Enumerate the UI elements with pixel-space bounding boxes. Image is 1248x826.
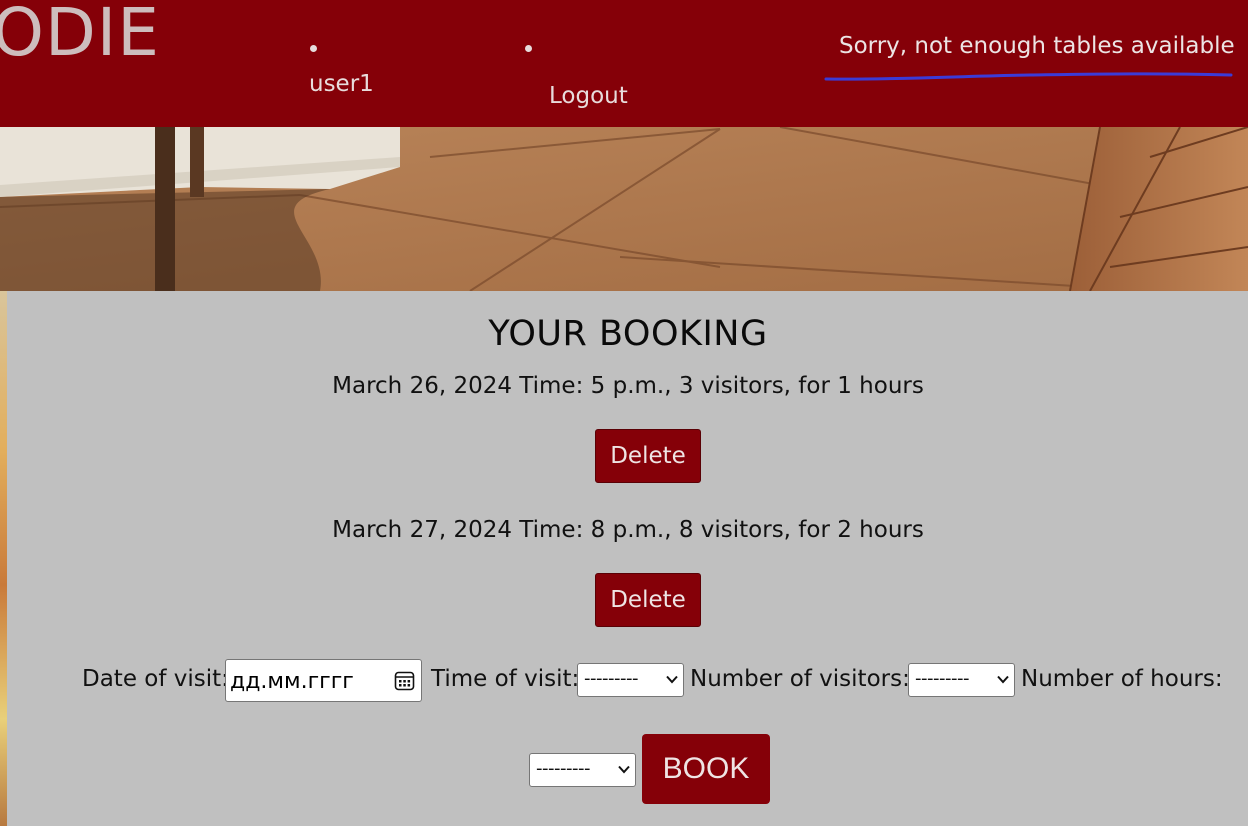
restaurant-floor-image <box>0 127 1248 291</box>
hours-select-value: --------- <box>536 758 590 779</box>
page-title: YOUR BOOKING <box>488 314 768 354</box>
booking-item-text: March 26, 2024 Time: 5 p.m., 3 visitors,… <box>332 373 924 399</box>
hours-label: Number of hours: <box>1021 666 1223 692</box>
date-label: Date of visit: <box>82 666 229 692</box>
visitors-select[interactable]: --------- <box>908 663 1015 697</box>
booking-item-text: March 27, 2024 Time: 8 p.m., 8 visitors,… <box>332 517 924 543</box>
time-select-value: --------- <box>584 668 638 689</box>
delete-booking-button[interactable]: Delete <box>595 429 701 483</box>
booking-section: YOUR BOOKING March 26, 2024 Time: 5 p.m.… <box>7 291 1248 826</box>
chevron-down-icon <box>618 765 630 774</box>
calendar-icon[interactable] <box>394 670 415 691</box>
side-food-image <box>0 291 7 826</box>
time-select[interactable]: --------- <box>577 663 684 697</box>
chevron-down-icon <box>997 675 1009 684</box>
date-placeholder: дд.мм.гггг <box>230 669 354 694</box>
hours-select[interactable]: --------- <box>529 753 636 787</box>
visitors-label: Number of visitors: <box>690 666 910 692</box>
visitors-select-value: --------- <box>915 668 969 689</box>
hero-image <box>0 127 1248 291</box>
delete-booking-button[interactable]: Delete <box>595 573 701 627</box>
chevron-down-icon <box>666 675 678 684</box>
error-underline-annotation <box>824 72 1233 81</box>
site-header: ODIE user1 Logout Sorry, not enough tabl… <box>0 0 1248 127</box>
time-label: Time of visit: <box>431 666 580 692</box>
book-button[interactable]: BOOK <box>642 734 770 804</box>
date-input[interactable]: дд.мм.гггг <box>225 659 422 702</box>
